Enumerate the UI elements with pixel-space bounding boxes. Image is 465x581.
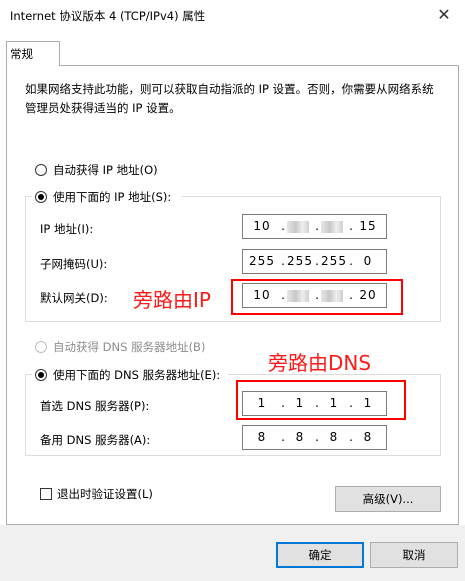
preferred-dns-label: 首选 DNS 服务器(P): — [40, 399, 150, 413]
octet-separator: . — [315, 219, 319, 233]
ip-address-label: IP 地址(I): — [40, 222, 94, 236]
radio-manual-ip-label[interactable]: 使用下面的 IP 地址(S): — [53, 189, 171, 205]
octet-separator: . — [315, 254, 319, 268]
advanced-button[interactable]: 高级(V)... — [335, 486, 441, 512]
ip-address-input[interactable]: 10 . . . 15 — [242, 214, 387, 239]
ok-button[interactable]: 确定 — [276, 542, 364, 568]
radio-auto-ip[interactable] — [35, 164, 47, 176]
window-title: Internet 协议版本 4 (TCP/IPv4) 属性 — [10, 9, 206, 23]
description-text: 如果网络支持此功能，则可以获取自动指派的 IP 设置。否则，你需要从网络系统管理… — [25, 82, 434, 115]
alternate-dns-label: 备用 DNS 服务器(A): — [40, 433, 151, 447]
tab-general-label: 常规 — [10, 47, 33, 61]
close-icon[interactable]: ✕ — [430, 3, 458, 27]
radio-auto-dns-label[interactable]: 自动获得 DNS 服务器地址(B) — [53, 339, 205, 355]
radio-manual-dns-label[interactable]: 使用下面的 DNS 服务器地址(E): — [53, 367, 220, 383]
octet-separator: . — [281, 430, 285, 444]
alternate-dns-octet-3: 8 — [329, 430, 339, 444]
radio-auto-dns[interactable] — [35, 341, 47, 353]
mask-octet-3: 255 — [321, 254, 347, 268]
annotation-box-dns — [236, 380, 406, 420]
octet-separator: . — [349, 254, 353, 268]
radio-auto-ip-label[interactable]: 自动获得 IP 地址(O) — [53, 162, 158, 178]
annotation-gateway-note: 旁路由IP — [133, 288, 211, 312]
octet-separator: . — [349, 219, 353, 233]
octet-separator: . — [315, 430, 319, 444]
ip-octet-4: 15 — [359, 219, 377, 233]
alternate-dns-input[interactable]: 8 . 8 . 8 . 8 — [242, 425, 387, 450]
annotation-dns-note: 旁路由DNS — [268, 351, 372, 375]
cancel-button[interactable]: 取消 — [370, 542, 458, 568]
octet-separator: . — [281, 219, 285, 233]
validate-checkbox[interactable] — [40, 488, 52, 500]
ip-octet-1: 10 — [253, 219, 271, 233]
octet-separator: . — [281, 254, 285, 268]
radio-manual-ip[interactable] — [35, 191, 47, 203]
radio-manual-dns[interactable] — [35, 369, 47, 381]
gateway-label: 默认网关(D): — [40, 291, 108, 305]
redacted-octet — [321, 221, 343, 233]
subnet-mask-input[interactable]: 255 . 255 . 255 . 0 — [242, 249, 387, 274]
subnet-mask-label: 子网掩码(U): — [40, 257, 108, 271]
alternate-dns-octet-1: 8 — [257, 430, 267, 444]
redacted-octet — [287, 221, 309, 233]
validate-checkbox-label[interactable]: 退出时验证设置(L) — [57, 486, 153, 502]
mask-octet-1: 255 — [249, 254, 275, 268]
alternate-dns-octet-4: 8 — [363, 430, 373, 444]
octet-separator: . — [349, 430, 353, 444]
mask-octet-4: 0 — [363, 254, 373, 268]
mask-octet-2: 255 — [287, 254, 313, 268]
annotation-box-gateway — [231, 279, 403, 315]
alternate-dns-octet-2: 8 — [295, 430, 305, 444]
